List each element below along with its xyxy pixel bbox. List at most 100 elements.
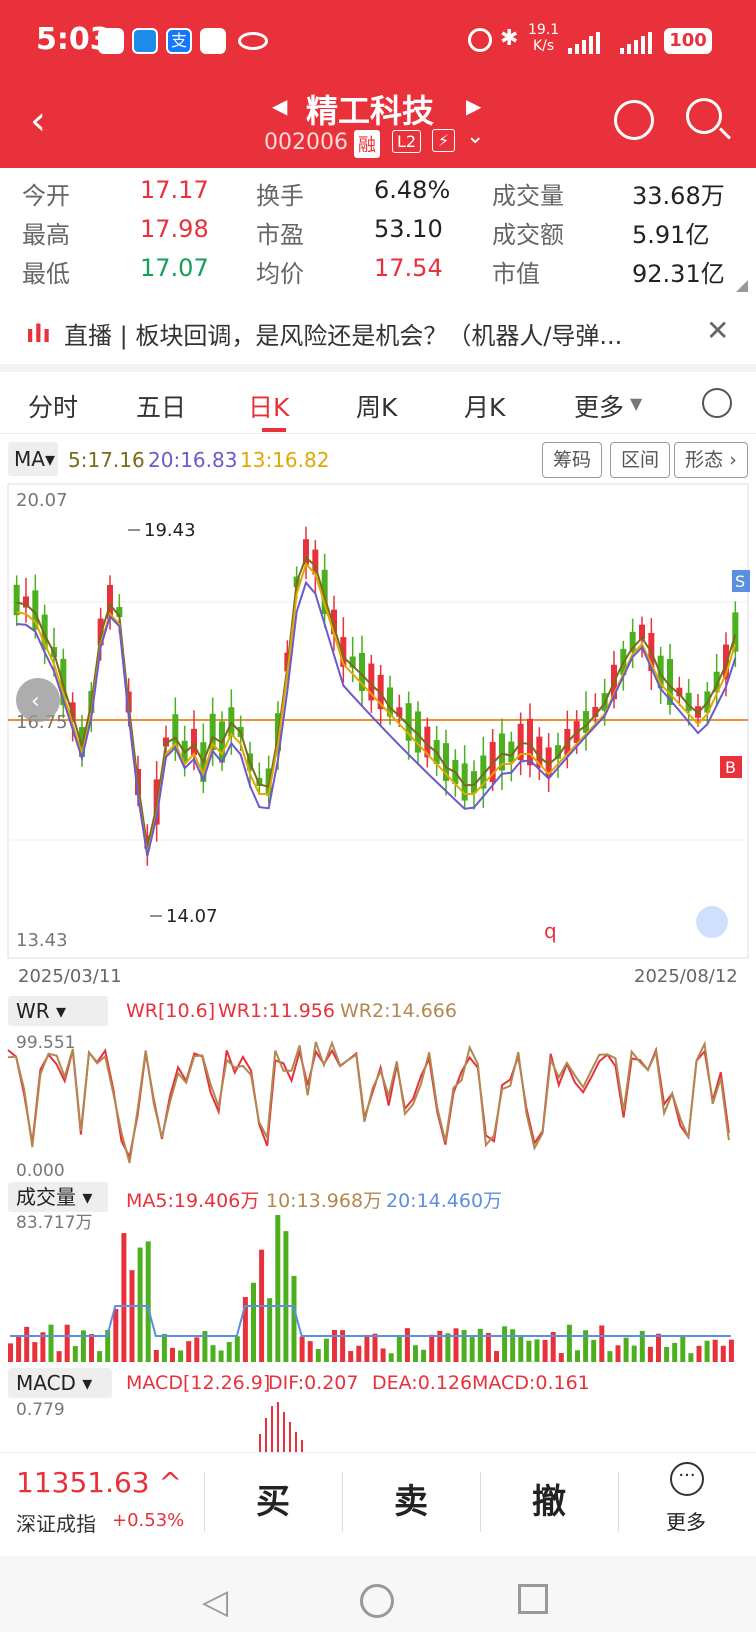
volume-bar	[348, 1351, 354, 1362]
candle-body	[191, 728, 197, 756]
stat-label: 市盈	[256, 221, 304, 249]
tab-5[interactable]: 更多	[574, 388, 624, 424]
volume-bar	[404, 1328, 410, 1362]
wr-chart: 99.551 0.000	[7, 1033, 730, 1180]
wr-selector[interactable]: WR ▾	[8, 996, 108, 1026]
volume-bar	[210, 1345, 216, 1362]
tab-2[interactable]: 日K	[248, 388, 289, 424]
svg-text:0.000: 0.000	[16, 1161, 65, 1180]
more-label[interactable]: 更多	[666, 1506, 706, 1535]
expand-corner-icon[interactable]	[736, 280, 748, 292]
nav-back-icon[interactable]: ◁	[202, 1582, 228, 1622]
search-icon[interactable]	[686, 98, 722, 134]
wr1-value: WR1:11.956	[218, 1000, 335, 1022]
volume-bar	[656, 1333, 661, 1362]
volume-bar	[178, 1350, 184, 1362]
net-speed: 19.1 K/s	[528, 22, 560, 54]
dif-value: DIF:0.207	[268, 1372, 359, 1394]
volume-bar	[121, 1233, 127, 1362]
tab-3[interactable]: 周K	[356, 388, 397, 424]
volume-bar	[356, 1345, 362, 1362]
fullscreen-icon[interactable]	[696, 906, 728, 938]
low-label: 14.07	[166, 906, 218, 927]
close-icon[interactable]: ✕	[706, 314, 729, 347]
volume-bar	[113, 1308, 119, 1362]
title-bar: ‹ ◀ 精工科技 ▶ 002006 融 L2 ⚡ ⌄	[0, 80, 756, 168]
macd-value: MACD:0.161	[472, 1372, 590, 1394]
macd-selector[interactable]: MACD ▾	[8, 1368, 112, 1398]
tab-1[interactable]: 五日	[136, 388, 186, 424]
volume-bar	[720, 1345, 726, 1362]
volume-bar	[566, 1324, 572, 1362]
live-icon: ılı	[26, 320, 51, 348]
chip-button[interactable]: 筹码	[542, 442, 602, 478]
volume-bar	[469, 1337, 475, 1362]
quote-stats: 今开 17.17 换手 6.48% 成交量 33.68万 最高 17.98 市盈 53.10 成交额…	[0, 168, 756, 298]
volume-bar	[664, 1346, 670, 1362]
nav-home-icon[interactable]	[360, 1584, 394, 1618]
volume-bar	[429, 1334, 435, 1362]
pattern-button[interactable]: 形态 ›	[674, 442, 748, 478]
volume-bar	[575, 1350, 580, 1362]
more-tabs-chevron-icon[interactable]: ▼	[630, 394, 642, 413]
cancel-order-button[interactable]: 撤	[532, 1474, 566, 1523]
volume-bar	[672, 1342, 678, 1362]
macd-chart	[259, 1402, 303, 1452]
flash-icon[interactable]: ⚡	[432, 129, 456, 152]
ma-selector[interactable]: MA▾	[8, 442, 58, 476]
ma13-value: 13:16.82	[240, 448, 330, 472]
volume-bar	[170, 1347, 175, 1362]
volume-bar	[323, 1338, 329, 1362]
refresh-icon[interactable]	[614, 100, 654, 140]
candle-body	[13, 584, 20, 616]
kline-chart[interactable]: 20.07 16.75 13.43 19.43 14.07 ‹ S B q	[0, 482, 756, 962]
range-button[interactable]: 区间	[610, 442, 670, 478]
volume-bar	[623, 1337, 629, 1362]
buy-button[interactable]: 买	[256, 1474, 290, 1523]
volume-bar	[251, 1282, 256, 1362]
settings-icon[interactable]	[702, 388, 732, 418]
volume-bar	[161, 1333, 167, 1362]
l2-badge[interactable]: L2	[392, 130, 422, 153]
stat-label: 市值	[492, 260, 540, 288]
volume-bar	[445, 1333, 451, 1362]
volume-bar	[631, 1345, 637, 1362]
message-icon	[132, 28, 158, 54]
stat-label: 均价	[256, 260, 304, 288]
bluetooth-icon: ✱	[500, 26, 519, 51]
volume-bar	[647, 1346, 653, 1362]
volume-bar	[283, 1231, 289, 1362]
chevron-down-icon[interactable]: ⌄	[466, 124, 484, 149]
news-banner[interactable]: ılı 直播 | 板块回调，是风险还是机会？（机器人/导弹... ✕	[0, 300, 756, 364]
volume-bar	[32, 1342, 38, 1362]
wr-header: WR ▾ WR[10.6] WR1:11.956 WR2:14.666	[0, 996, 756, 1030]
ma5-value: 5:17.16	[68, 448, 145, 472]
stat-value: 17.54	[374, 254, 443, 282]
more-icon[interactable]: ···	[670, 1462, 704, 1496]
volume-bar	[218, 1350, 224, 1362]
macd-header: MACD ▾ MACD[12.26.9] DIF:0.207 DEA:0.126…	[0, 1368, 756, 1402]
dea-value: DEA:0.126	[372, 1372, 473, 1394]
y-axis-bottom: 13.43	[16, 930, 68, 951]
next-stock-icon[interactable]: ▶	[466, 94, 481, 118]
battery-icon: 100	[664, 28, 712, 54]
volume-bar	[48, 1324, 54, 1362]
index-value[interactable]: 11351.63 ^	[16, 1466, 182, 1499]
volume-bar	[72, 1346, 78, 1362]
back-icon[interactable]: ‹	[30, 98, 46, 144]
volume-bar	[453, 1328, 459, 1362]
prev-stock-icon[interactable]: ◀	[272, 94, 287, 118]
volume-bar	[704, 1340, 710, 1362]
active-tab-indicator	[262, 428, 286, 432]
volume-bar	[307, 1341, 313, 1362]
stat-label: 成交量	[492, 182, 564, 210]
tab-0[interactable]: 分时	[28, 388, 78, 424]
sell-button[interactable]: 卖	[394, 1474, 428, 1523]
svg-text:B: B	[725, 758, 736, 777]
tab-4[interactable]: 月K	[464, 388, 505, 424]
date-start: 2025/03/11	[18, 966, 122, 987]
nav-recent-icon[interactable]	[518, 1584, 548, 1614]
volume-bar	[8, 1343, 13, 1362]
volume-bar	[56, 1351, 62, 1362]
eye-icon	[238, 32, 268, 50]
